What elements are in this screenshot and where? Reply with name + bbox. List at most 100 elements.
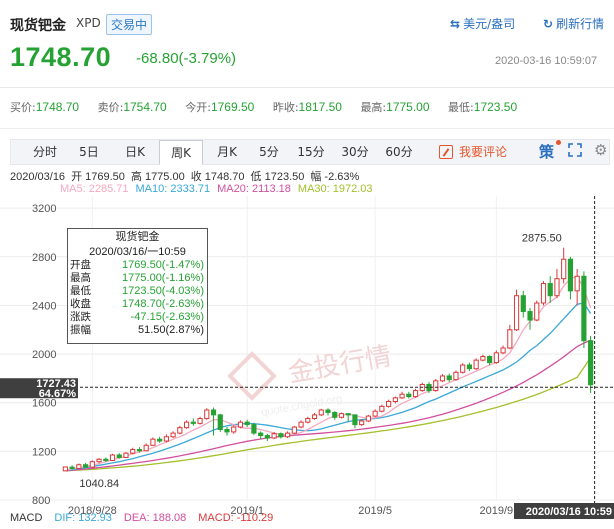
candle-body [285,432,291,438]
candle-body [157,438,163,442]
tooltip-row-change: 涨跌 -47.15(-2.63%) [70,311,204,323]
write-comment-label: 我要评论 [459,145,508,159]
candle-body [163,436,169,442]
y-tick-label: 1200 [32,446,56,458]
candle-body [150,438,156,446]
instrument-symbol: XPD [76,16,101,30]
tab-monthly-k[interactable]: 月K [207,140,247,164]
tab-daily-k[interactable]: 日K [115,140,155,164]
unit-link[interactable]: ⇆ 美元/盎司 [450,15,515,32]
candle-body [190,421,196,424]
tooltip-row-close: 收盘 1748.70(-2.63%) [70,298,204,310]
x-tick-label: 2019/9 [480,505,514,517]
candle-body [237,421,244,428]
tab-5min[interactable]: 5分 [251,140,287,164]
candle-body [197,418,203,424]
candle-body [433,380,439,392]
crosshair-x-value: 2020/03/16 10:59 [526,506,612,518]
exchange-arrows-icon: ⇆ [450,17,461,31]
y-tick-label: 2000 [32,349,56,361]
candle-body [460,364,466,373]
tab-weekly-k[interactable]: 周K [159,140,203,165]
candle-body [446,375,452,381]
candle-body [561,258,567,280]
candle-body [217,414,223,430]
strategy-icon[interactable]: 策 [539,141,554,162]
watermark-logo [227,351,277,401]
refresh-icon: ↻ [543,17,554,31]
candle-body [291,426,297,434]
candle-body [338,413,345,418]
stat-high: 最高:1775.00 [360,100,430,114]
candle-body [332,411,338,418]
candle-body [473,359,479,370]
ohlc-open: 开 1769.50 [71,171,125,183]
stat-open: 今开:1769.50 [185,100,255,114]
candle-body [345,413,351,416]
candle-body [581,275,587,342]
moving-average-legend: MA5: 2285.71 MA10: 2333.71 MA20: 2113.18 MA… [60,183,380,195]
tab-intraday[interactable]: 分时 [25,140,65,164]
write-comment-button[interactable]: 我要评论 [439,140,507,164]
candle-body [359,420,365,426]
candle-body [439,375,446,382]
candle-body [527,311,533,321]
candle-body [352,414,358,426]
candle-body [96,458,102,463]
refresh-quote-button[interactable]: ↻ 刷新行情 [543,15,604,32]
max-price-label: 2875.50 [522,233,562,245]
candle-body [123,452,129,458]
candle-body [62,466,68,472]
tab-30min[interactable]: 30分 [335,140,375,164]
stat-ask: 卖价:1754.70 [97,100,167,114]
candle-body [143,444,149,452]
ohlc-amplitude: 幅 -2.63% [310,171,360,183]
candle-body [567,258,574,292]
tooltip-row-low: 最低 1723.50(-4.03%) [70,285,204,297]
legend-ma20: MA20: 2113.18 [217,183,291,195]
candle-body [258,432,264,437]
y-tick-label: 2400 [32,300,56,312]
candle-body [69,466,75,469]
tooltip-row-amplitude: 振幅 51.50(2.87%) [70,324,204,336]
candle-body [311,414,318,420]
stat-bid: 买价:1748.70 [10,100,80,114]
y-tick-label: 2800 [32,252,56,264]
candle-body [540,283,547,304]
stat-low: 最低:1723.50 [448,100,518,114]
header-divider [0,87,614,88]
candle-body [305,418,311,423]
ohlc-summary-row: 2020/03/16 开 1769.50 高 1775.00 收 1748.70 低 1… [10,168,359,184]
edit-icon [439,145,453,159]
candle-body [466,364,473,370]
macd-value: MACD: -110.29 [198,512,274,524]
fullscreen-icon[interactable] [568,143,582,157]
candle-body [372,410,378,417]
ohlc-date: 2020/03/16 [10,171,66,183]
candle-body [103,458,109,461]
candle-body [386,401,392,407]
candle-body [204,409,210,420]
macd-legend: MACD DIF: 132.93 DEA: 188.08 MACD: -110.29 [10,512,285,524]
tab-60min[interactable]: 60分 [379,140,419,164]
tab-15min[interactable]: 15分 [291,140,331,164]
candle-body [177,427,183,434]
candle-body [116,454,122,458]
stat-prev-close: 昨收:1817.50 [272,100,342,114]
candle-body [76,464,82,469]
candle-body [231,426,237,433]
candle-body [278,433,284,438]
candle-body [170,432,176,438]
candle-body [136,449,143,452]
tab-5day[interactable]: 5日 [71,140,107,164]
candle-body [318,409,324,416]
candle-body [453,371,459,381]
instrument-title: 现货钯金 [10,18,66,34]
legend-ma5: MA5: 2285.71 [60,183,129,195]
crosshair-y-percent: 64.67% [39,388,77,400]
candle-body [493,352,499,364]
candle-body [271,433,277,439]
candle-body [325,409,331,413]
settings-gear-icon[interactable]: ⚙ [594,141,607,159]
legend-ma30: MA30: 1972.03 [297,183,373,195]
